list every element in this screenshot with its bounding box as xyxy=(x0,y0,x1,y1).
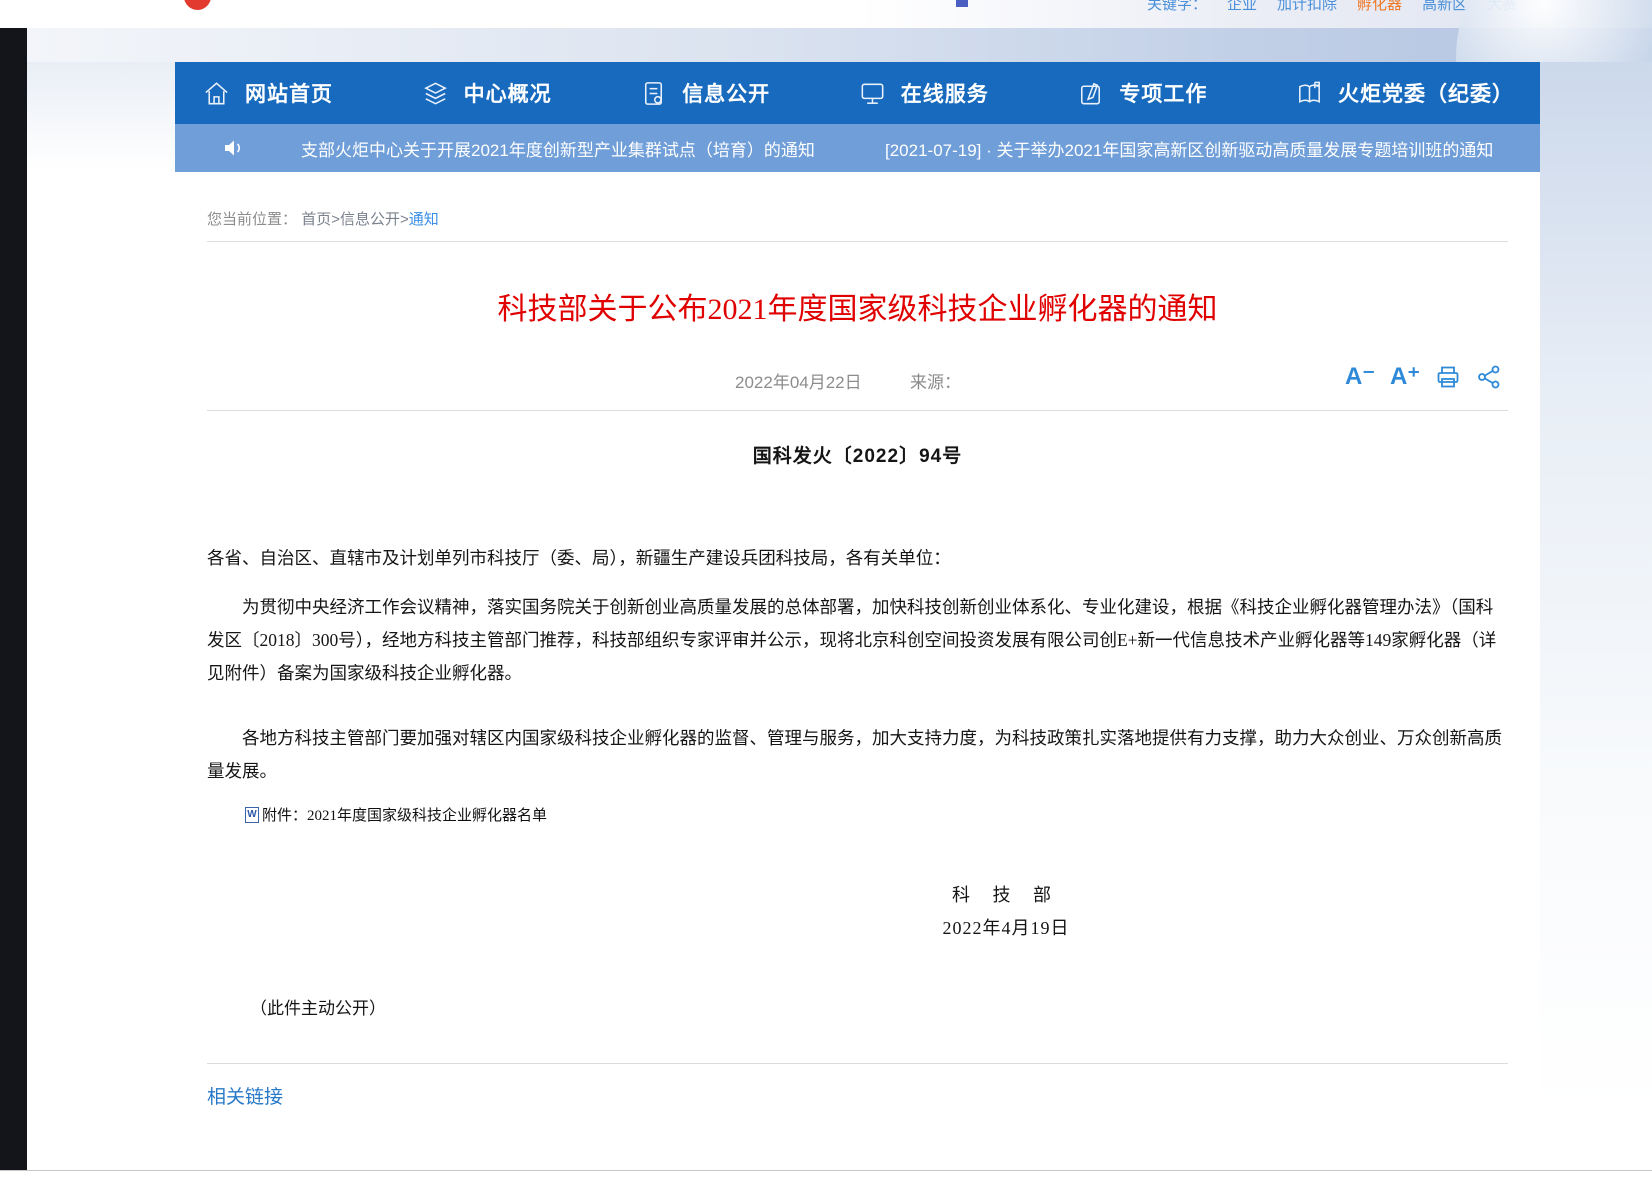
nav-item-overview[interactable]: 中心概况 xyxy=(420,78,552,109)
nav-item-party-committee[interactable]: 火炬党委（纪委） xyxy=(1294,78,1514,109)
nav-item-home[interactable]: 网站首页 xyxy=(201,78,333,109)
document-icon xyxy=(638,78,669,109)
footer-divider xyxy=(0,1170,1652,1171)
page: 关键字： 企业 加计扣除 孵化器 高新区 大赛 网站首页 中心概况 信息公开 xyxy=(0,0,1652,1178)
book-flag-icon xyxy=(1294,78,1325,109)
word-doc-icon: W xyxy=(245,807,259,823)
keywords-label: 关键字： xyxy=(1147,0,1207,14)
breadcrumb-section[interactable]: 信息公开 xyxy=(340,211,400,228)
divider xyxy=(207,1063,1508,1064)
printer-icon[interactable] xyxy=(1435,364,1461,390)
nav-item-information[interactable]: 信息公开 xyxy=(638,78,770,109)
paragraph-salutation: 各省、自治区、直辖市及计划单列市科技厅（委、局），新疆生产建设兵团科技局，各有关… xyxy=(207,542,1508,575)
left-dark-strip xyxy=(0,28,27,1170)
main-nav: 网站首页 中心概况 信息公开 在线服务 专项工作 xyxy=(175,62,1540,124)
keyword-bar: 关键字： 企业 加计扣除 孵化器 高新区 大赛 xyxy=(1147,0,1517,14)
pen-icon xyxy=(1075,78,1106,109)
nav-label: 信息公开 xyxy=(682,78,770,108)
breadcrumb-label: 您当前位置： xyxy=(207,211,297,228)
keyword-link[interactable]: 高新区 xyxy=(1422,0,1467,14)
breadcrumb: 您当前位置： 首页>信息公开>通知 xyxy=(207,172,1508,229)
publish-date: 2022年04月22日 xyxy=(735,368,862,393)
article-toolbar: A⁻ A⁺ xyxy=(1345,364,1502,390)
breadcrumb-home[interactable]: 首页 xyxy=(301,211,331,228)
paragraph-body: 各地方科技主管部门要加强对辖区内国家级科技企业孵化器的监督、管理与服务，加大支持… xyxy=(207,722,1508,788)
keyword-link[interactable]: 企业 xyxy=(1227,0,1257,14)
home-icon xyxy=(201,78,232,109)
paragraph-body: 为贯彻中央经济工作会议精神，落实国务院关于创新创业高质量发展的总体部署，加快科技… xyxy=(207,591,1508,690)
layers-icon xyxy=(420,78,451,109)
breadcrumb-separator: > xyxy=(331,211,340,228)
nav-item-online-services[interactable]: 在线服务 xyxy=(857,78,989,109)
related-links-title[interactable]: 相关链接 xyxy=(207,1082,1508,1109)
keyword-link[interactable]: 加计扣除 xyxy=(1277,0,1337,14)
breadcrumb-current[interactable]: 通知 xyxy=(409,211,439,228)
article-meta: 2022年04月22日 来源： A⁻ A⁺ xyxy=(207,364,1508,394)
divider xyxy=(207,241,1508,242)
ticker-notice-left[interactable]: 支部火炬中心关于开展2021年度创新型产业集群试点（培育）的通知 xyxy=(301,136,815,161)
breadcrumb-separator: > xyxy=(400,211,409,228)
speaker-icon xyxy=(221,136,245,160)
nav-label: 中心概况 xyxy=(464,78,552,108)
right-margin xyxy=(1540,62,1652,1170)
signature-name: 科 技 部 xyxy=(896,881,1116,907)
nav-label: 专项工作 xyxy=(1119,78,1207,108)
nav-label: 网站首页 xyxy=(245,78,333,108)
article-panel: 您当前位置： 首页>信息公开>通知 科技部关于公布2021年度国家级科技企业孵化… xyxy=(175,172,1540,1178)
attachment-link[interactable]: W 附件：2021年度国家级科技企业孵化器名单 xyxy=(245,804,1508,825)
monitor-icon xyxy=(857,78,888,109)
keyword-link-highlighted[interactable]: 孵化器 xyxy=(1357,0,1402,14)
nav-item-special-projects[interactable]: 专项工作 xyxy=(1075,78,1207,109)
ticker-notice-right[interactable]: [2021-07-19] · 关于举办2021年国家高新区创新驱动高质量发展专题… xyxy=(885,136,1493,161)
nav-label: 火炬党委（纪委） xyxy=(1338,78,1514,108)
divider xyxy=(207,410,1508,411)
disclosure-note: （此件主动公开） xyxy=(250,994,1508,1019)
notice-ticker: 支部火炬中心关于开展2021年度创新型产业集群试点（培育）的通知 [2021-0… xyxy=(175,124,1540,172)
nav-label: 在线服务 xyxy=(901,78,989,108)
font-increase-button[interactable]: A⁺ xyxy=(1390,364,1420,390)
left-margin xyxy=(27,62,175,182)
attachment-label: 附件：2021年度国家级科技企业孵化器名单 xyxy=(262,804,547,825)
header-gradient-band xyxy=(0,28,1652,62)
signature-block: 科 技 部 2022年4月19日 xyxy=(896,881,1116,940)
signature-date: 2022年4月19日 xyxy=(896,914,1116,940)
share-icon[interactable] xyxy=(1476,364,1502,390)
source-label: 来源： xyxy=(910,368,961,393)
article-title: 科技部关于公布2021年度国家级科技企业孵化器的通知 xyxy=(207,290,1508,330)
document-number: 国科发火〔2022〕94号 xyxy=(207,441,1508,468)
decorative-chip xyxy=(956,0,968,7)
font-decrease-button[interactable]: A⁻ xyxy=(1345,364,1375,390)
